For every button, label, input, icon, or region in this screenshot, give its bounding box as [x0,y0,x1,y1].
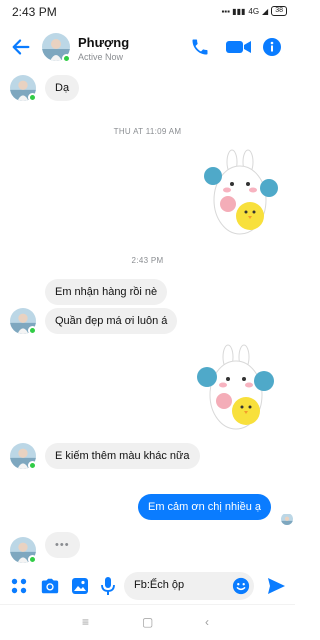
microphone-icon[interactable] [100,576,116,596]
gallery-icon[interactable] [70,576,90,596]
contact-name[interactable]: Phượng [78,35,129,50]
incoming-message[interactable]: Em nhận hàng rồi nè [45,279,168,305]
incoming-message[interactable]: Quần đẹp má ơi luôn á [45,308,178,334]
back-nav-icon[interactable]: ‹ [205,615,209,629]
phone-icon[interactable] [190,37,210,57]
message-composer: Fb:Ếch ộp [0,568,295,604]
bunny-chick-sticker[interactable] [196,343,278,435]
bunny-chick-sticker[interactable] [200,148,282,240]
contact-status: Active Now [78,52,124,62]
outgoing-message[interactable]: Em cảm ơn chị nhiều ạ [138,494,271,520]
online-indicator [28,555,37,564]
timestamp: THU AT 11:09 AM [113,127,182,136]
battery-level: 38 [275,7,283,14]
message-input-value: Fb:Ếch ộp [134,579,185,591]
chat-header: Phượng Active Now [0,24,295,70]
video-icon[interactable] [224,37,254,57]
status-time: 2:43 PM [12,5,57,19]
status-indicators: ▪▪▪ ▮▮▮ 4G ◢ 38 [221,6,287,16]
online-indicator [62,54,71,63]
incoming-message[interactable]: E kiếm thêm màu khác nữa [45,443,200,469]
network-type: 4G [248,6,260,16]
home-nav-icon[interactable]: ▢ [142,615,153,629]
typing-indicator: ••• [45,532,80,558]
camera-icon[interactable] [40,576,60,596]
send-icon[interactable] [266,576,286,596]
system-navigation-bar: ≡ ▢ ‹ [0,604,295,640]
battery-icon: 38 [271,6,287,16]
back-arrow-icon[interactable] [10,36,32,58]
timestamp: 2:43 PM [131,256,164,265]
signal-icon: ▪▪▪ ▮▮▮ [221,6,246,16]
apps-icon[interactable] [10,576,28,596]
menu-nav-icon[interactable]: ≡ [82,615,89,629]
status-bar: 2:43 PM ▪▪▪ ▮▮▮ 4G ◢ 38 [0,0,295,24]
incoming-message[interactable]: Dạ [45,75,80,101]
info-icon[interactable] [262,37,282,57]
emoji-icon[interactable] [232,577,250,595]
seen-receipt-avatar [281,513,293,525]
online-indicator [28,326,37,335]
online-indicator [28,93,37,102]
online-indicator [28,461,37,470]
signal-strength-icon: ◢ [262,6,269,16]
